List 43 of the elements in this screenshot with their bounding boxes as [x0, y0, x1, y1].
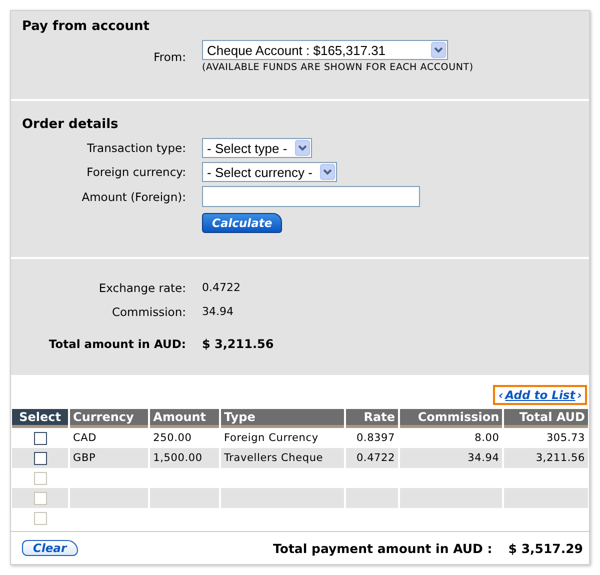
field-label: Transaction type: — [86, 141, 186, 155]
table-cell: Travellers Cheque — [224, 452, 324, 464]
column-header: Rate — [346, 409, 398, 428]
table-cell: Foreign Currency — [224, 432, 318, 444]
account-select[interactable]: Cheque Account : $165,317.31 — [202, 40, 448, 60]
section-title: Pay from account — [22, 19, 150, 34]
table-cell: 0.4722 — [356, 452, 395, 464]
table-cell: 3,211.56 — [536, 452, 585, 464]
input-field[interactable] — [202, 186, 420, 207]
field-label: From: — [152, 50, 186, 64]
select-field[interactable]: - Select currency - — [202, 162, 338, 182]
section-title: Order details — [22, 117, 120, 132]
column-header: Amount — [150, 409, 220, 428]
table-cell: 34.94 — [468, 452, 500, 464]
summary-value: 0.4722 — [202, 281, 242, 295]
table-cell: 0.8397 — [356, 432, 395, 444]
total-value: $ 3,517.29 — [508, 540, 583, 556]
column-header: Total AUD — [504, 409, 588, 428]
table-cell: 1,500.00 — [153, 452, 202, 464]
select-field[interactable]: - Select type - — [202, 138, 312, 158]
clear-button[interactable]: Clear — [22, 540, 78, 556]
field-label: Foreign currency: — [86, 165, 186, 179]
summary-label: Exchange rate: — [98, 281, 186, 295]
table-cell: 250.00 — [153, 432, 192, 444]
table-cell: 305.73 — [546, 432, 585, 444]
summary-label: Total amount in AUD: — [48, 337, 186, 351]
note-text: (AVAILABLE FUNDS ARE SHOWN FOR EACH ACCOUNT) — [202, 62, 474, 73]
summary-value: $ 3,211.56 — [202, 337, 275, 351]
calculate-button[interactable]: Calculate — [202, 213, 282, 233]
field-label: Amount (Foreign): — [80, 190, 186, 204]
table-cell: CAD — [73, 432, 97, 444]
row-checkbox[interactable] — [34, 452, 46, 464]
summary-value: 34.94 — [202, 305, 234, 319]
total-label: Total payment amount in AUD : — [273, 540, 492, 556]
row-checkbox[interactable] — [34, 432, 46, 444]
add-to-list-link[interactable]: ‹ Add to List › — [493, 385, 587, 405]
column-header: Select — [12, 409, 68, 428]
table-cell: 8.00 — [474, 432, 500, 444]
summary-label: Commission: — [110, 305, 186, 319]
column-header: Commission — [400, 409, 502, 428]
column-header: Currency — [70, 409, 148, 428]
column-header: Type — [221, 409, 344, 428]
table-cell: GBP — [73, 452, 96, 464]
